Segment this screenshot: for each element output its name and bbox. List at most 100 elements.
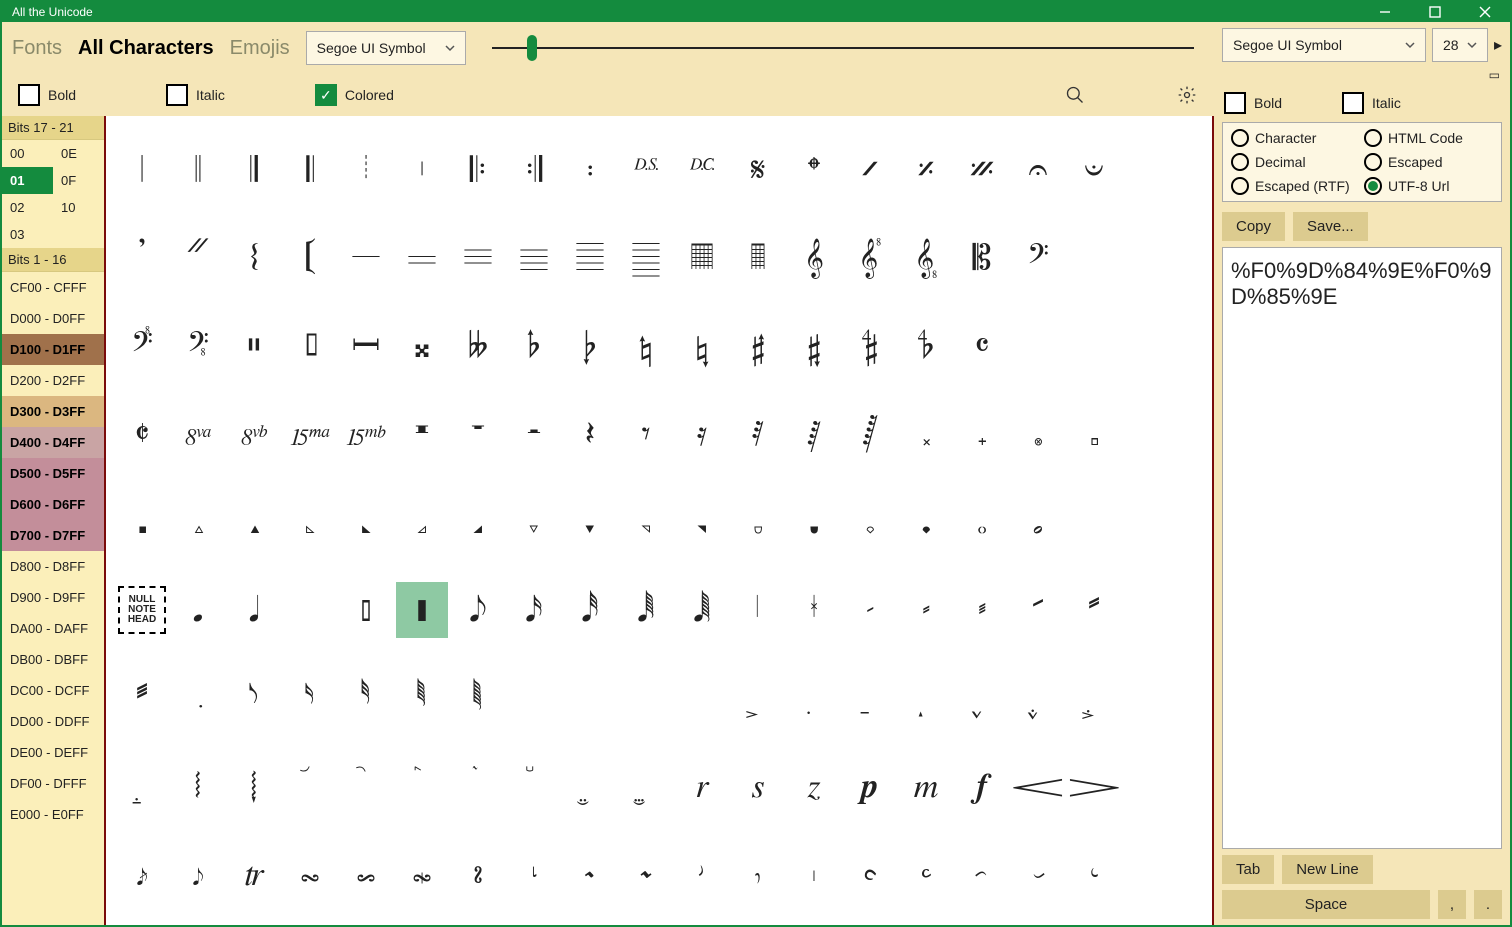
bits-hi-blank[interactable] — [53, 221, 104, 248]
character-cell[interactable]: 𝄚 — [562, 214, 618, 302]
character-cell[interactable]: 𝆡 — [842, 830, 898, 918]
character-cell[interactable]: 𝅐 — [618, 478, 674, 566]
character-cell[interactable]: 𝄮 — [618, 302, 674, 390]
window-close-button[interactable] — [1460, 2, 1510, 22]
character-cell[interactable]: 𝄤 — [170, 302, 226, 390]
character-cell[interactable]: 𝆐 — [898, 742, 954, 830]
character-cell[interactable]: 𝆟 — [730, 830, 786, 918]
slider-thumb[interactable] — [527, 35, 537, 61]
range-item[interactable]: E000 - E0FF — [2, 799, 104, 830]
character-cell[interactable]: 𝆍 — [730, 742, 786, 830]
search-icon[interactable] — [1064, 84, 1086, 106]
character-cell[interactable]: 𝆊 — [562, 742, 618, 830]
bits-hi-10[interactable]: 10 — [53, 194, 104, 221]
character-cell[interactable]: 𝆘 — [338, 830, 394, 918]
character-cell[interactable]: 𝅘 — [170, 566, 226, 654]
character-cell[interactable]: 𝄭 — [562, 302, 618, 390]
newline-button[interactable]: New Line — [1282, 855, 1373, 884]
radio-utf8-url[interactable]: UTF-8 Url — [1364, 177, 1493, 195]
range-item[interactable]: D000 - D0FF — [2, 303, 104, 334]
character-cell[interactable]: 𝅗 — [1010, 478, 1066, 566]
character-cell[interactable]: 𝄲 — [842, 302, 898, 390]
character-cell[interactable]: 𝄿 — [674, 390, 730, 478]
range-item[interactable]: D600 - D6FF — [2, 489, 104, 520]
right-size-select[interactable]: 28 — [1432, 28, 1488, 62]
character-cell[interactable]: 𝄆 — [450, 126, 506, 214]
character-cell[interactable]: 𝄬 — [506, 302, 562, 390]
character-cell[interactable]: 𝄼 — [506, 390, 562, 478]
range-item[interactable]: D300 - D3FF — [2, 396, 104, 427]
character-cell[interactable]: 𝄘 — [450, 214, 506, 302]
character-cell[interactable]: 𝅑 — [674, 478, 730, 566]
character-cell[interactable]: NULL NOTE HEAD — [114, 566, 170, 654]
character-cell[interactable] — [1010, 302, 1066, 390]
tab-emojis[interactable]: Emojis — [230, 37, 290, 60]
radio-escaped[interactable]: Escaped — [1364, 153, 1493, 171]
character-cell[interactable]: 𝅭 — [170, 654, 226, 742]
character-cell[interactable]: 𝆌 — [674, 742, 730, 830]
character-cell[interactable]: 𝄳 — [898, 302, 954, 390]
copy-button[interactable]: Copy — [1222, 212, 1285, 241]
character-cell[interactable]: 𝅃 — [898, 390, 954, 478]
character-cell[interactable]: 𝅧 — [842, 566, 898, 654]
character-cell[interactable]: 𝆤 — [1010, 830, 1066, 918]
size-slider[interactable] — [482, 47, 1204, 49]
character-cell[interactable]: 𝆁 — [1066, 654, 1122, 742]
bold-checkbox[interactable]: Bold — [18, 84, 76, 106]
tab-all-characters[interactable]: All Characters — [78, 37, 214, 60]
character-cell[interactable]: 𝄅 — [394, 126, 450, 214]
character-cell[interactable]: 𝅾 — [898, 654, 954, 742]
right-bold-checkbox[interactable]: Bold — [1224, 92, 1282, 114]
character-cell[interactable]: 𝆓 — [1066, 742, 1122, 830]
character-cell[interactable]: 𝅂 — [842, 390, 898, 478]
character-cell[interactable]: 𝆚 — [450, 830, 506, 918]
character-cell[interactable]: 𝄥 — [226, 302, 282, 390]
character-cell[interactable]: 𝄩 — [338, 302, 394, 390]
character-cell[interactable]: 𝅘𝅥𝅲 — [674, 566, 730, 654]
character-cell[interactable]: 𝅿 — [954, 654, 1010, 742]
range-item[interactable]: D900 - D9FF — [2, 582, 104, 613]
character-cell[interactable]: 𝄟 — [842, 214, 898, 302]
character-cell[interactable]: 𝆈 — [450, 742, 506, 830]
radio-decimal[interactable]: Decimal — [1231, 153, 1360, 171]
character-cell[interactable]: 𝅊 — [282, 478, 338, 566]
character-cell[interactable]: 𝅕 — [898, 478, 954, 566]
character-cell[interactable]: 𝄉 — [618, 126, 674, 214]
character-cell[interactable]: 𝆕 — [170, 830, 226, 918]
character-cell[interactable]: 𝄵 — [114, 390, 170, 478]
character-cell[interactable]: 𝆝 — [618, 830, 674, 918]
character-cell[interactable]: 𝆥 — [1066, 830, 1122, 918]
character-cell[interactable]: 𝄶 — [170, 390, 226, 478]
range-item[interactable]: DE00 - DEFF — [2, 737, 104, 768]
character-cell[interactable]: 𝅻 — [730, 654, 786, 742]
character-cell[interactable]: 𝄾 — [618, 390, 674, 478]
character-cell[interactable]: 𝅘𝅥𝅰 — [562, 566, 618, 654]
character-cell[interactable]: 𝄄 — [338, 126, 394, 214]
character-cell[interactable]: 𝄞 — [786, 214, 842, 302]
character-cell[interactable]: 𝆛 — [506, 830, 562, 918]
character-cell[interactable]: 𝆇 — [394, 742, 450, 830]
character-cell[interactable]: 𝅎 — [506, 478, 562, 566]
range-item[interactable]: DD00 - DDFF — [2, 706, 104, 737]
character-cell[interactable]: 𝅽 — [842, 654, 898, 742]
character-cell[interactable]: 𝄓 — [170, 214, 226, 302]
range-item[interactable]: D400 - D4FF — [2, 427, 104, 458]
character-cell[interactable]: 𝄠 — [898, 214, 954, 302]
character-cell[interactable]: 𝄹 — [338, 390, 394, 478]
character-cell[interactable]: 𝅒 — [730, 478, 786, 566]
character-cell[interactable]: 𝆗 — [282, 830, 338, 918]
character-cell[interactable]: 𝅍 — [450, 478, 506, 566]
character-cell[interactable]: 𝄌 — [786, 126, 842, 214]
character-cell[interactable]: 𝅦 — [786, 566, 842, 654]
character-cell[interactable]: 𝄱 — [786, 302, 842, 390]
character-cell[interactable]: 𝅆 — [1066, 390, 1122, 478]
character-cell[interactable]: 𝅘𝅥 — [226, 566, 282, 654]
range-item[interactable]: DC00 - DCFF — [2, 675, 104, 706]
character-cell[interactable]: 𝄊 — [674, 126, 730, 214]
character-cell[interactable]: 𝄒 — [114, 214, 170, 302]
character-cell[interactable]: 𝆒 — [1010, 742, 1066, 830]
range-item[interactable]: D500 - D5FF — [2, 458, 104, 489]
character-cell[interactable]: 𝄡 — [954, 214, 1010, 302]
character-cell[interactable]: 𝅉 — [226, 478, 282, 566]
bits-hi-0f[interactable]: 0F — [53, 167, 104, 194]
